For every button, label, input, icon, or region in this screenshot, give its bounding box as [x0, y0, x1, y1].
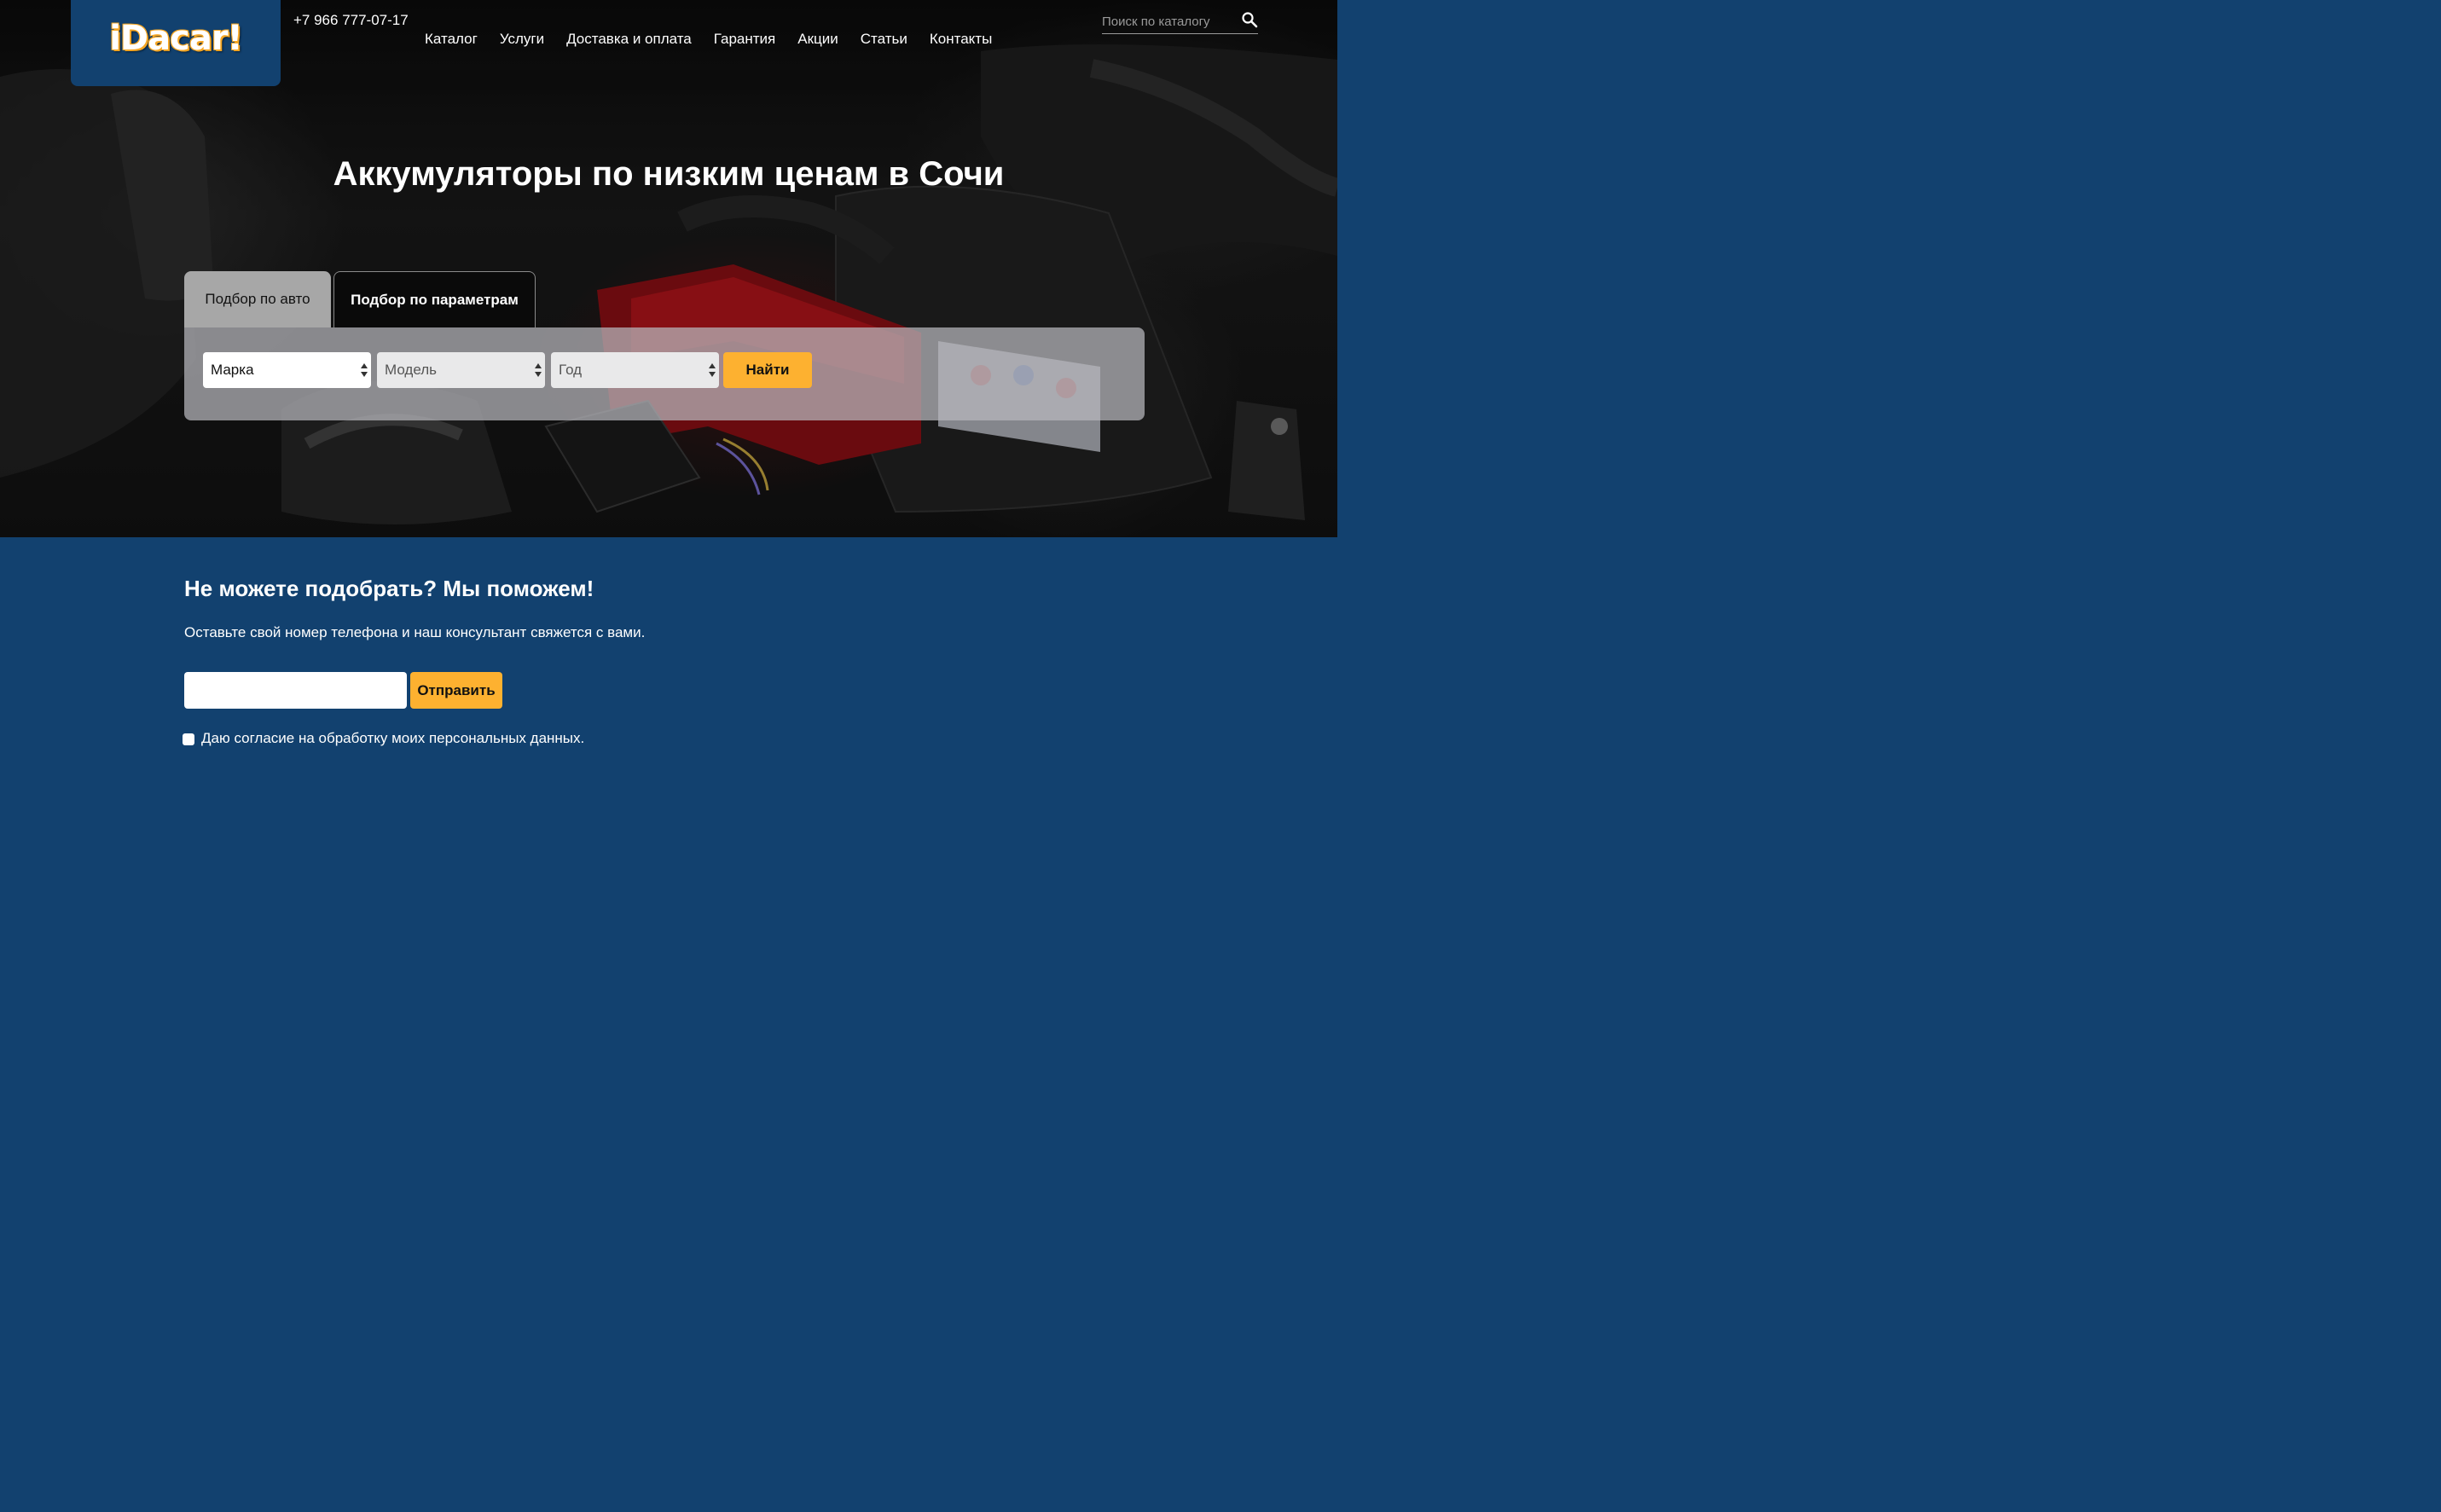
header-phone[interactable]: +7 966 777-07-17 [293, 12, 409, 29]
brand-select-value: Марка [211, 362, 254, 378]
select-arrows-icon [361, 363, 368, 377]
find-button[interactable]: Найти [723, 352, 812, 388]
nav-item-catalog[interactable]: Каталог [425, 31, 478, 48]
consent-label[interactable]: Даю согласие на обработку моих персональ… [201, 730, 584, 747]
tab-by-parameters[interactable]: Подбор по параметрам [333, 271, 536, 327]
hero-section: iDacar! +7 966 777-07-17 Каталог Услуги … [0, 0, 1337, 537]
nav-item-contacts[interactable]: Контакты [930, 31, 992, 48]
nav-item-warranty[interactable]: Гарантия [714, 31, 776, 48]
brand-select[interactable]: Марка [203, 352, 371, 388]
tab-by-car[interactable]: Подбор по авто [184, 271, 331, 327]
select-arrows-icon [709, 363, 716, 377]
nav-item-promotions[interactable]: Акции [797, 31, 838, 48]
logo[interactable]: iDacar! [71, 0, 281, 86]
select-arrows-icon [535, 363, 542, 377]
send-button[interactable]: Отправить [410, 672, 502, 709]
search-input[interactable] [1102, 12, 1234, 31]
search-icon[interactable] [1241, 11, 1258, 28]
nav-item-articles[interactable]: Статьи [861, 31, 907, 48]
model-select[interactable]: Модель [377, 352, 545, 388]
consent-checkbox[interactable] [183, 733, 194, 745]
nav-item-services[interactable]: Услуги [500, 31, 544, 48]
year-select[interactable]: Год [551, 352, 719, 388]
year-select-value: Год [559, 362, 583, 378]
main-nav: Каталог Услуги Доставка и оплата Гаранти… [425, 31, 992, 48]
model-select-value: Модель [385, 362, 438, 378]
page-title: Аккумуляторы по низким ценам в Сочи [333, 155, 1005, 193]
finder-panel: Марка Модель Год Найти [184, 327, 1145, 420]
catalog-search [1102, 10, 1258, 34]
callback-title: Не можете подобрать? Мы поможем! [184, 576, 594, 601]
callback-section: Не можете подобрать? Мы поможем! Оставьт… [0, 537, 1337, 828]
nav-item-delivery[interactable]: Доставка и оплата [566, 31, 692, 48]
logo-text: iDacar! [109, 18, 243, 58]
phone-input[interactable] [184, 672, 407, 709]
callback-subtitle: Оставьте свой номер телефона и наш консу… [184, 624, 646, 640]
